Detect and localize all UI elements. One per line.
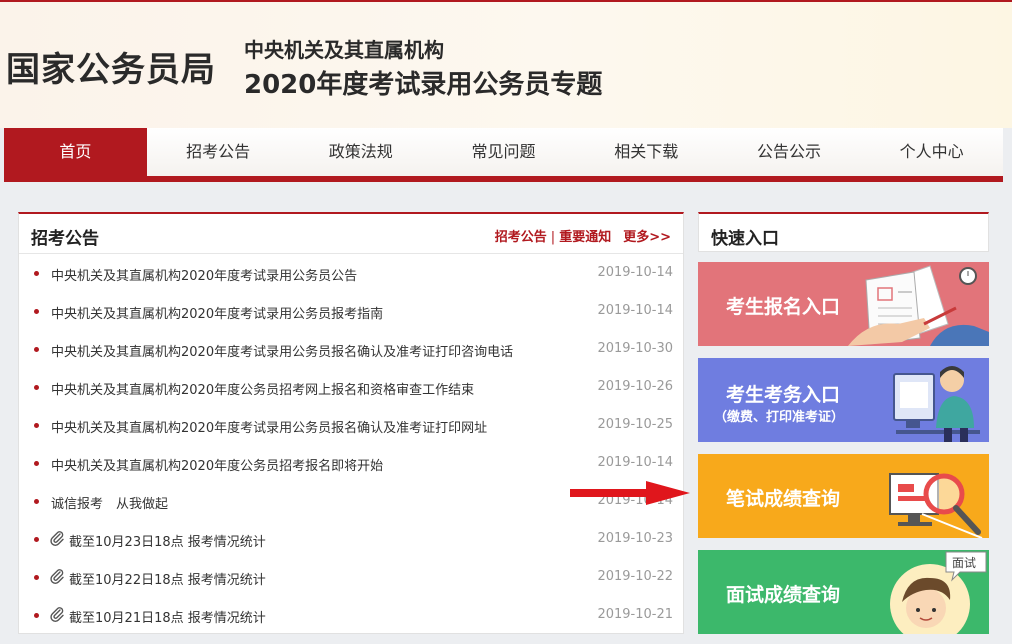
announcement-date: 2019-10-14 (597, 265, 673, 280)
announcements-header: 招考公告 招考公告 | 重要通知 更多>> (19, 214, 683, 254)
bullet-icon (34, 423, 39, 428)
list-item: 截至10月21日18点 报考情况统计 2019-10-21 (19, 596, 683, 634)
nav-item-announcements[interactable]: 招考公告 (147, 128, 290, 176)
announcement-date: 2019-10-25 (597, 417, 673, 432)
announcement-date: 2019-10-26 (597, 379, 673, 394)
bullet-icon (34, 613, 39, 618)
link-announcements[interactable]: 招考公告 (495, 230, 547, 245)
bullet-icon (34, 499, 39, 504)
main-nav: 首页 招考公告 政策法规 常见问题 相关下载 公告公示 个人中心 (4, 128, 1003, 182)
bullet-icon (34, 461, 39, 466)
document-signing-illustration (848, 265, 989, 346)
announcement-link[interactable]: 截至10月23日18点 报考情况统计 (69, 531, 266, 550)
list-item: 截至10月22日18点 报考情况统计 2019-10-22 (19, 558, 683, 596)
announcement-date: 2019-10-14 (597, 455, 673, 470)
announcement-link[interactable]: 截至10月22日18点 报考情况统计 (69, 569, 266, 588)
list-item: 中央机关及其直属机构2020年度考试录用公务员报考指南 2019-10-14 (19, 292, 683, 330)
announcement-link[interactable]: 中央机关及其直属机构2020年度考试录用公务员公告 (51, 265, 357, 284)
announcement-date: 2019-10-22 (597, 569, 673, 584)
list-item: 中央机关及其直属机构2020年度考试录用公务员公告 2019-10-14 (19, 254, 683, 292)
site-header: 国家公务员局 中央机关及其直属机构 2020年度考试录用公务员专题 (0, 0, 1012, 128)
announcement-link[interactable]: 中央机关及其直属机构2020年度考试录用公务员报考指南 (51, 303, 383, 322)
bullet-icon (34, 271, 39, 276)
announcement-link[interactable]: 中央机关及其直属机构2020年度公务员招考网上报名和资格审查工作结束 (51, 379, 474, 398)
bullet-icon (34, 575, 39, 580)
list-item: 中央机关及其直属机构2020年度考试录用公务员报名确认及准考证打印咨询电话 20… (19, 330, 683, 368)
interview-speech-bubble: 面试 (952, 556, 977, 570)
nav-item-policies[interactable]: 政策法规 (289, 128, 432, 176)
header-subtitle-2: 2020年度考试录用公务员专题 (244, 70, 603, 100)
list-item: 中央机关及其直属机构2020年度公务员招考网上报名和资格审查工作结束 2019-… (19, 368, 683, 406)
paperclip-icon (49, 568, 65, 588)
person-avatar-illustration (890, 551, 987, 634)
bullet-icon (34, 309, 39, 314)
registration-entry-card[interactable]: 考生报名入口 (698, 262, 989, 346)
announcements-panel: 招考公告 招考公告 | 重要通知 更多>> 中央机关及其直属机构2020年度考试录用公… (18, 212, 684, 634)
link-important-notices[interactable]: 重要通知 (559, 230, 611, 245)
quick-entry-header: 快速入口 (698, 212, 989, 252)
announcements-title: 招考公告 (31, 229, 99, 249)
nav-item-notices[interactable]: 公告公示 (718, 128, 861, 176)
more-link[interactable]: 更多>> (623, 230, 671, 245)
announcement-date: 2019-10-14 (597, 303, 673, 318)
magnifier-screen-illustration (889, 473, 983, 538)
list-item: 中央机关及其直属机构2020年度公务员招考报名即将开始 2019-10-14 (19, 444, 683, 482)
bullet-icon (34, 347, 39, 352)
bullet-icon (34, 385, 39, 390)
announcement-link[interactable]: 中央机关及其直属机构2020年度考试录用公务员报名确认及准考证打印咨询电话 (51, 341, 513, 360)
announcement-date: 2019-10-21 (597, 607, 673, 622)
announcement-link[interactable]: 中央机关及其直属机构2020年度公务员招考报名即将开始 (51, 455, 383, 474)
nav-item-downloads[interactable]: 相关下载 (575, 128, 718, 176)
red-arrow-icon (570, 481, 690, 505)
site-brand[interactable]: 国家公务员局 (6, 42, 216, 91)
list-item: 截至10月23日18点 报考情况统计 2019-10-23 (19, 520, 683, 558)
link-separator: | (550, 230, 556, 245)
announcement-date: 2019-10-30 (597, 341, 673, 356)
interview-score-card[interactable]: 面试成绩查询 面试 (698, 550, 989, 634)
list-item: 中央机关及其直属机构2020年度考试录用公务员报名确认及准考证打印网址 2019… (19, 406, 683, 444)
nav-item-personal-center[interactable]: 个人中心 (860, 128, 1003, 176)
announcement-date: 2019-10-23 (597, 531, 673, 546)
announcement-link[interactable]: 截至10月21日18点 报考情况统计 (69, 607, 266, 626)
header-subtitle-1: 中央机关及其直属机构 (244, 38, 444, 62)
announcement-list: 中央机关及其直属机构2020年度考试录用公务员公告 2019-10-14 中央机… (19, 254, 683, 634)
nav-item-home[interactable]: 首页 (4, 128, 147, 176)
announcements-links: 招考公告 | 重要通知 更多>> (495, 226, 671, 245)
announcement-link[interactable]: 中央机关及其直属机构2020年度考试录用公务员报名确认及准考证打印网址 (51, 417, 487, 436)
paperclip-icon (49, 530, 65, 550)
exam-affairs-entry-card[interactable]: 考生考务入口 （缴费、打印准考证） (698, 358, 989, 442)
student-at-computer-illustration (893, 366, 980, 442)
nav-item-faq[interactable]: 常见问题 (432, 128, 575, 176)
bullet-icon (34, 537, 39, 542)
announcement-link[interactable]: 诚信报考 从我做起 (51, 493, 168, 512)
written-score-card[interactable]: 笔试成绩查询 (698, 454, 989, 538)
paperclip-icon (49, 606, 65, 626)
quick-entry-title: 快速入口 (711, 229, 779, 249)
